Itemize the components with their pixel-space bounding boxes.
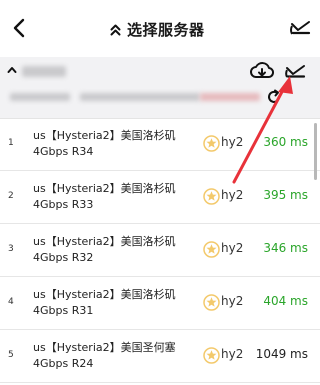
- server-index: 2: [8, 191, 14, 201]
- server-index: 4: [8, 297, 14, 307]
- latency: 395 ms: [263, 188, 308, 202]
- latency: 404 ms: [263, 294, 308, 308]
- group-speedometer-icon[interactable]: [285, 63, 307, 81]
- server-row[interactable]: 5 us【Hysteria2】美国圣何塞 4Gbps R24 hy2 1049 …: [0, 330, 320, 383]
- server-name-line2: 4Gbps R33: [33, 198, 94, 211]
- star-badge-icon: [203, 241, 220, 258]
- latency: 1049 ms: [255, 347, 308, 361]
- protocol-type: hy2: [221, 241, 244, 255]
- server-name-line2: 4Gbps R31: [33, 304, 94, 317]
- top-app-bar: 选择服务器: [0, 0, 320, 57]
- speedometer-icon[interactable]: [290, 18, 312, 38]
- star-badge-icon: [203, 135, 220, 152]
- server-name-line1: us【Hysteria2】美国洛杉矶: [33, 182, 176, 195]
- protocol-type: hy2: [221, 347, 244, 361]
- protocol-type: hy2: [221, 135, 244, 149]
- page-title: 选择服务器: [127, 21, 205, 39]
- server-name-line1: us【Hysteria2】美国圣何塞: [33, 341, 176, 354]
- server-name-line2: 4Gbps R32: [33, 251, 94, 264]
- refresh-icon[interactable]: [266, 89, 282, 105]
- blurred-group-info: [10, 93, 70, 101]
- server-row[interactable]: 3 us【Hysteria2】美国洛杉矶 4Gbps R32 hy2 346 m…: [0, 224, 320, 277]
- collapse-caret-icon[interactable]: [7, 66, 17, 74]
- server-row[interactable]: 2 us【Hysteria2】美国洛杉矶 4Gbps R33 hy2 395 m…: [0, 171, 320, 224]
- server-index: 5: [8, 350, 14, 360]
- server-name-line1: us【Hysteria2】美国洛杉矶: [33, 235, 176, 248]
- double-chevron-up-icon: [110, 24, 121, 35]
- star-badge-icon: [203, 347, 220, 364]
- title-group[interactable]: 选择服务器: [110, 19, 205, 40]
- server-row[interactable]: 4 us【Hysteria2】美国洛杉矶 4Gbps R31 hy2 404 m…: [0, 277, 320, 330]
- server-name-line1: us【Hysteria2】美国洛杉矶: [33, 129, 176, 142]
- scrollbar[interactable]: [314, 123, 317, 180]
- blurred-group-name: [22, 66, 66, 77]
- blurred-group-info-2: [80, 93, 200, 101]
- latency: 346 ms: [263, 241, 308, 255]
- star-badge-icon: [203, 188, 220, 205]
- server-index: 3: [8, 244, 14, 254]
- server-index: 1: [8, 138, 14, 148]
- server-group-header[interactable]: [0, 57, 320, 119]
- protocol-type: hy2: [221, 188, 244, 202]
- server-list: 1 us【Hysteria2】美国洛杉矶 4Gbps R34 hy2 360 m…: [0, 118, 320, 383]
- back-chevron-left-icon[interactable]: [9, 17, 31, 39]
- blurred-group-info-3: [200, 93, 260, 101]
- server-row[interactable]: 1 us【Hysteria2】美国洛杉矶 4Gbps R34 hy2 360 m…: [0, 118, 320, 171]
- server-name-line2: 4Gbps R34: [33, 145, 94, 158]
- cloud-download-icon[interactable]: [250, 61, 274, 81]
- server-name-line2: 4Gbps R24: [33, 357, 94, 370]
- latency: 360 ms: [263, 135, 308, 149]
- star-badge-icon: [203, 294, 220, 311]
- server-name-line1: us【Hysteria2】美国洛杉矶: [33, 288, 176, 301]
- protocol-type: hy2: [221, 294, 244, 308]
